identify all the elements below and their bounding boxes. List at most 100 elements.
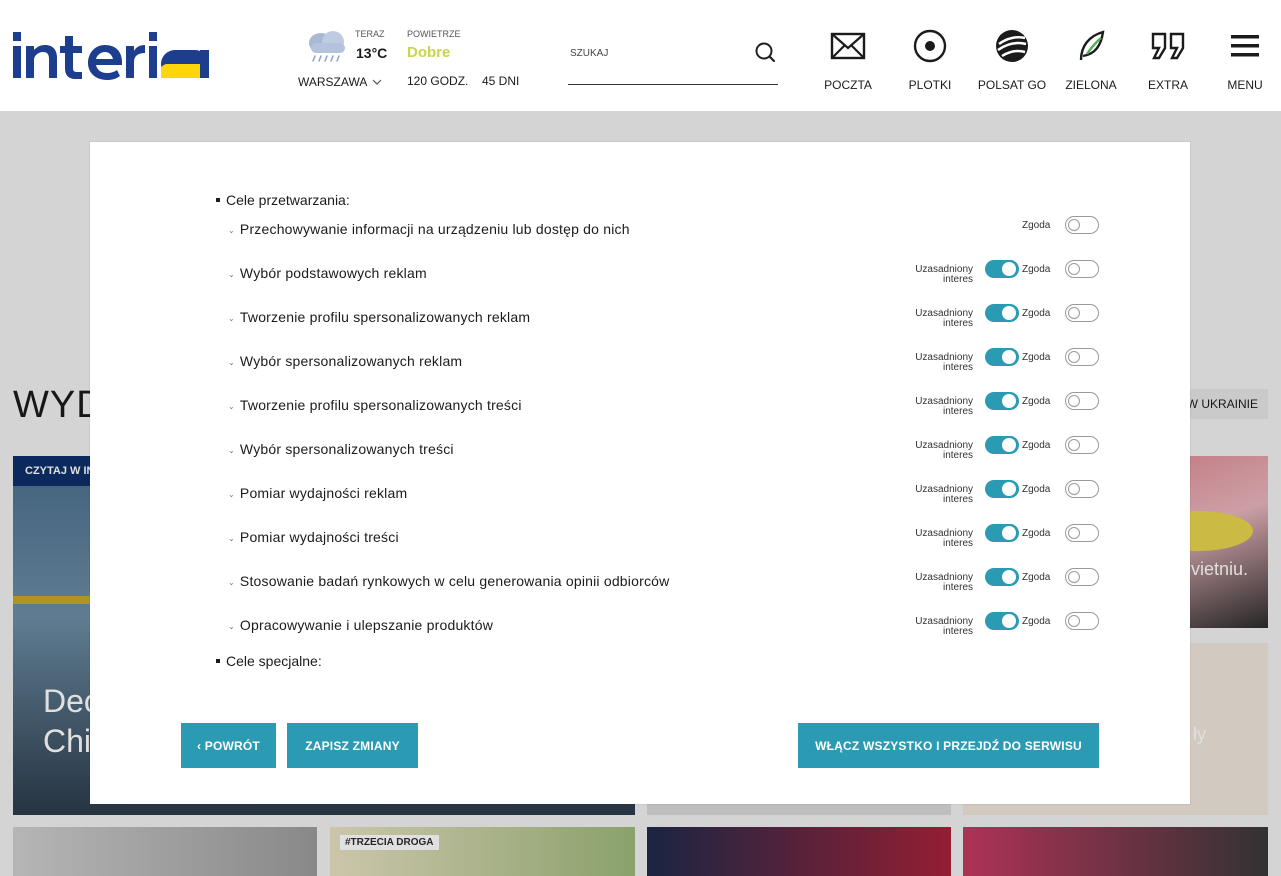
nav-zielona[interactable]: ZIELONA: [1051, 28, 1131, 92]
legit-interest-toggle[interactable]: [985, 612, 1019, 630]
nav-extra[interactable]: EXTRA: [1128, 28, 1208, 92]
legit-interest-toggle[interactable]: [985, 436, 1019, 454]
legit-interest-toggle[interactable]: [985, 524, 1019, 542]
forecast-hours-link[interactable]: 120 GODZ.: [407, 74, 468, 88]
site-header: TERAZ 13°C WARSZAWA POWIETRZE Dobre 120 …: [0, 0, 1281, 111]
consent-toggle[interactable]: [1065, 392, 1099, 410]
purpose-row-label[interactable]: ⌄ Tworzenie profilu spersonalizowanych re…: [228, 309, 530, 325]
chevron-down-icon: ⌄: [228, 314, 235, 323]
legit-interest-label: Uzasadniony interes: [883, 617, 973, 637]
consent-toggle[interactable]: [1065, 524, 1099, 542]
purpose-row-label[interactable]: ⌄ Wybór spersonalizowanych reklam: [228, 353, 462, 369]
consent-label: Zgoda: [1022, 352, 1051, 363]
purpose-row-label[interactable]: ⌄ Opracowywanie i ulepszanie produktów: [228, 617, 493, 633]
consent-label: Zgoda: [1022, 220, 1051, 231]
nav-menu[interactable]: MENU: [1205, 28, 1281, 92]
consent-label: Zgoda: [1022, 396, 1051, 407]
air-quality-value: Dobre: [407, 44, 451, 61]
nav-plotki[interactable]: PLOTKI: [890, 28, 970, 92]
bullet-icon: [216, 198, 220, 203]
consent-toggle[interactable]: [1065, 304, 1099, 322]
legit-interest-toggle[interactable]: [985, 480, 1019, 498]
legit-interest-label: Uzasadniony interes: [883, 573, 973, 593]
purpose-label-text: Przechowywanie informacji na urządzeniu …: [239, 221, 630, 237]
legit-interest-toggle[interactable]: [985, 260, 1019, 278]
legit-interest-toggle[interactable]: [985, 392, 1019, 410]
search-box: [568, 40, 778, 85]
consent-toggle[interactable]: [1065, 480, 1099, 498]
legit-interest-line: interes: [942, 362, 973, 373]
legit-interest-line: interes: [942, 318, 973, 329]
chevron-down-icon: ⌄: [228, 270, 235, 279]
purpose-row-label[interactable]: ⌄ Wybór spersonalizowanych treści: [228, 441, 454, 457]
consent-modal: Cele przetwarzania: ⌄ Przechowywanie info…: [90, 142, 1190, 804]
legit-interest-label: Uzasadniony interes: [883, 441, 973, 461]
nav-polsat-go[interactable]: POLSAT GO: [972, 28, 1052, 92]
consent-toggle[interactable]: [1065, 436, 1099, 454]
legit-interest-label: Uzasadniony interes: [883, 265, 973, 285]
consent-toggle[interactable]: [1065, 216, 1099, 234]
purposes-heading-text: Cele przetwarzania:: [226, 192, 350, 208]
legit-interest-line: interes: [942, 274, 973, 285]
purpose-row-label[interactable]: ⌄ Pomiar wydajności treści: [228, 529, 399, 545]
legit-interest-line: interes: [942, 626, 973, 637]
save-changes-button[interactable]: ZAPISZ ZMIANY: [287, 723, 418, 768]
purpose-label-text: Pomiar wydajności treści: [239, 529, 399, 545]
quote-icon: [1151, 32, 1185, 60]
weather-now-label: TERAZ: [355, 29, 385, 39]
purpose-row-label[interactable]: ⌄ Stosowanie badań rynkowych w celu gener…: [228, 573, 669, 589]
purpose-row-label[interactable]: ⌄ Pomiar wydajności reklam: [228, 485, 407, 501]
chevron-down-icon: ⌄: [228, 226, 235, 235]
consent-toggle[interactable]: [1065, 348, 1099, 366]
legit-interest-line: interes: [942, 582, 973, 593]
consent-label: Zgoda: [1022, 484, 1051, 495]
nav-label: EXTRA: [1147, 78, 1188, 92]
chevron-down-icon: ⌄: [228, 622, 235, 631]
consent-label: Zgoda: [1022, 616, 1051, 627]
interia-logo[interactable]: [13, 30, 209, 82]
purpose-label-text: Tworzenie profilu spersonalizowanych tre…: [239, 397, 522, 413]
consent-label: Zgoda: [1022, 308, 1051, 319]
purpose-label-text: Opracowywanie i ulepszanie produktów: [239, 617, 494, 633]
bullet-icon: [216, 659, 220, 664]
forecast-days-link[interactable]: 45 DNI: [482, 74, 519, 88]
nav-label: PLOTKI: [908, 78, 952, 92]
search-icon[interactable]: [754, 41, 776, 63]
accept-all-button[interactable]: WŁĄCZ WSZYSTKO I PRZEJDŹ DO SERWISU: [798, 723, 1099, 768]
special-purposes-heading: Cele specjalne:: [216, 653, 322, 669]
back-button[interactable]: ‹ POWRÓT: [181, 723, 276, 768]
legit-interest-toggle[interactable]: [985, 304, 1019, 322]
chevron-down-icon: ⌄: [228, 446, 235, 455]
legit-interest-label: Uzasadniony interes: [883, 397, 973, 417]
consent-toggle[interactable]: [1065, 612, 1099, 630]
purposes-heading: Cele przetwarzania:: [216, 192, 350, 208]
consent-label: Zgoda: [1022, 440, 1051, 451]
legit-interest-line: interes: [942, 450, 973, 461]
legit-interest-toggle[interactable]: [985, 568, 1019, 586]
mail-icon: [830, 32, 866, 60]
consent-toggle[interactable]: [1065, 568, 1099, 586]
legit-interest-toggle[interactable]: [985, 348, 1019, 366]
purpose-row-label[interactable]: ⌄ Tworzenie profilu spersonalizowanych tr…: [228, 397, 522, 413]
legit-interest-label: Uzasadniony interes: [883, 353, 973, 373]
purpose-label-text: Stosowanie badań rynkowych w celu genero…: [239, 573, 670, 589]
nav-poczta[interactable]: POCZTA: [808, 28, 888, 92]
weather-city-label: WARSZAWA: [298, 75, 368, 89]
legit-interest-line: interes: [942, 406, 973, 417]
consent-toggle[interactable]: [1065, 260, 1099, 278]
weather-city-selector[interactable]: WARSZAWA: [298, 75, 382, 89]
search-input[interactable]: [568, 42, 742, 64]
rain-cloud-icon: [309, 31, 345, 62]
purpose-row-label[interactable]: ⌄ Przechowywanie informacji na urządzeniu…: [228, 221, 630, 237]
purpose-label-text: Pomiar wydajności reklam: [239, 485, 408, 501]
chevron-down-icon: ⌄: [228, 578, 235, 587]
polsat-go-icon: [996, 30, 1028, 62]
legit-interest-line: interes: [942, 538, 973, 549]
consent-label: Zgoda: [1022, 528, 1051, 539]
purpose-label-text: Tworzenie profilu spersonalizowanych rek…: [239, 309, 531, 325]
chevron-down-icon: ⌄: [228, 490, 235, 499]
air-quality-label: POWIETRZE: [407, 29, 461, 39]
nav-label: POLSAT GO: [977, 78, 1047, 92]
purpose-label-text: Wybór podstawowych reklam: [239, 265, 427, 281]
purpose-row-label[interactable]: ⌄ Wybór podstawowych reklam: [228, 265, 427, 281]
